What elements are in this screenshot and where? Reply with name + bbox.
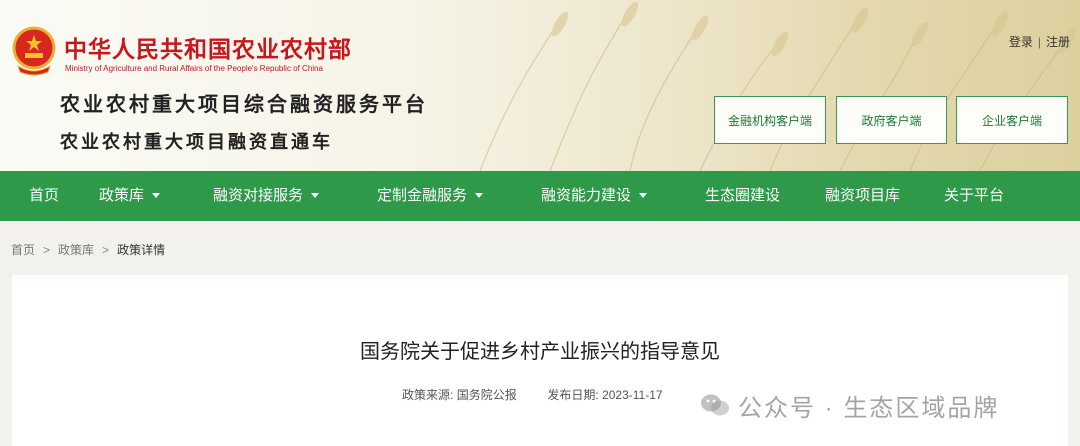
login-link[interactable]: 登录 [1009, 35, 1033, 49]
breadcrumb-separator: > [102, 243, 110, 257]
breadcrumb: 首页 > 政策库 > 政策详情 [11, 241, 165, 258]
source-value: 国务院公报 [456, 388, 517, 402]
financial-institution-client-button[interactable]: 金融机构客户端 [714, 96, 826, 144]
breadcrumb-policy-library[interactable]: 政策库 [58, 243, 94, 257]
breadcrumb-home[interactable]: 首页 [11, 243, 35, 257]
nav-item-custom-finance[interactable]: 定制金融服务 [377, 171, 484, 221]
watermark: 公众号 · 生态区域品牌 [700, 386, 999, 424]
auth-separator: | [1037, 35, 1041, 49]
nav-label: 融资项目库 [825, 187, 901, 204]
nav-label: 首页 [29, 187, 60, 204]
caret-down-icon [311, 193, 320, 198]
ministry-name-cn: 中华人民共和国农业农村部 [64, 36, 352, 63]
site-header: 中华人民共和国农业农村部 Ministry of Agriculture and… [0, 0, 1080, 171]
platform-title: 农业农村重大项目综合融资服务平台 [60, 92, 428, 116]
nav-label: 融资能力建设 [541, 187, 632, 204]
date-label: 发布日期: [547, 388, 599, 402]
ministry-name-en: Ministry of Agriculture and Rural Affair… [65, 64, 323, 73]
nav-item-financing-matching[interactable]: 融资对接服务 [213, 171, 320, 221]
source-label: 政策来源: [402, 388, 454, 402]
breadcrumb-current: 政策详情 [117, 243, 166, 257]
breadcrumb-separator: > [43, 243, 51, 257]
nav-item-about[interactable]: 关于平台 [944, 171, 1004, 221]
watermark-text: 公众号 · 生态区域品牌 [738, 394, 1000, 422]
nav-label: 关于平台 [944, 187, 1005, 204]
enterprise-client-button[interactable]: 企业客户端 [956, 96, 1068, 144]
date-value: 2023-11-17 [602, 388, 663, 402]
nav-item-policy-library[interactable]: 政策库 [99, 171, 161, 221]
nav-label: 融资对接服务 [213, 187, 304, 204]
wheat-field-background [479, 1, 1077, 171]
wechat-icon [701, 394, 729, 416]
auth-links: 登录 | 注册 [1009, 33, 1070, 50]
nav-item-capacity-building[interactable]: 融资能力建设 [541, 171, 648, 221]
nav-item-project-library[interactable]: 融资项目库 [825, 171, 900, 221]
nav-label: 政策库 [99, 187, 145, 204]
caret-down-icon [152, 193, 161, 198]
platform-subtitle: 农业农村重大项目融资直通车 [60, 132, 333, 153]
main-nav: 首页 政策库 融资对接服务 定制金融服务 融资能力建设 生态圈建设 融资项目库 … [0, 171, 1080, 221]
register-link[interactable]: 注册 [1046, 35, 1070, 49]
nav-label: 定制金融服务 [377, 187, 468, 204]
caret-down-icon [475, 193, 484, 198]
nav-item-ecosystem[interactable]: 生态圈建设 [705, 171, 780, 221]
caret-down-icon [639, 193, 648, 198]
nav-label: 生态圈建设 [705, 187, 781, 204]
article-title: 国务院关于促进乡村产业振兴的指导意见 [360, 341, 720, 363]
article-meta: 政策来源: 国务院公报 发布日期: 2023-11-17 [402, 386, 663, 403]
government-client-button[interactable]: 政府客户端 [836, 96, 947, 144]
national-emblem-icon [12, 26, 56, 76]
nav-item-home[interactable]: 首页 [29, 171, 59, 221]
